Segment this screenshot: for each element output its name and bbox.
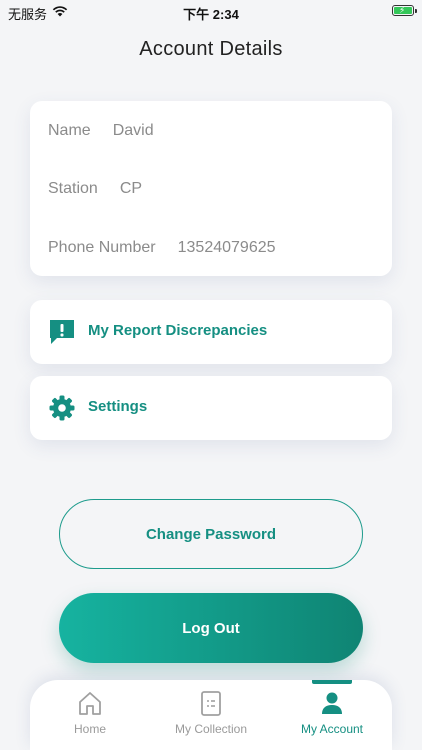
phone-value: 13524079625 bbox=[177, 239, 276, 256]
clock: 下午 2:34 bbox=[183, 7, 239, 22]
status-bar: 无服务 下午 2:34 ⚡ bbox=[0, 0, 422, 24]
home-icon bbox=[76, 689, 104, 722]
battery-icon: ⚡ bbox=[392, 5, 417, 16]
list-icon bbox=[197, 689, 225, 722]
tab-my-collection-label: My Collection bbox=[174, 722, 248, 736]
report-discrepancies-label: My Report Discrepancies bbox=[88, 322, 268, 339]
report-discrepancies-item[interactable]: My Report Discrepancies bbox=[30, 300, 392, 364]
name-row: Name David bbox=[48, 122, 154, 140]
page-title: Account Details bbox=[139, 38, 283, 60]
log-out-button[interactable]: Log Out bbox=[59, 593, 363, 663]
tab-home[interactable]: Home bbox=[30, 680, 150, 750]
station-label: Station bbox=[48, 180, 98, 197]
station-row: Station CP bbox=[48, 180, 142, 198]
change-password-button[interactable]: Change Password bbox=[59, 499, 363, 569]
station-value: CP bbox=[119, 180, 143, 197]
user-icon bbox=[318, 689, 346, 722]
phone-row: Phone Number 13524079625 bbox=[48, 239, 276, 257]
tab-bar: Home My Collection My Account bbox=[30, 680, 392, 750]
report-alert-icon bbox=[48, 318, 76, 346]
account-info-card: Name David Station CP Phone Number 13524079… bbox=[30, 101, 392, 276]
name-value: David bbox=[112, 122, 154, 139]
settings-item[interactable]: Settings bbox=[30, 376, 392, 440]
name-label: Name bbox=[48, 122, 91, 139]
settings-label: Settings bbox=[88, 398, 148, 415]
gear-icon bbox=[48, 394, 76, 422]
tab-my-account[interactable]: My Account bbox=[272, 680, 392, 750]
phone-label: Phone Number bbox=[48, 239, 156, 256]
tab-home-label: Home bbox=[73, 722, 106, 736]
tab-my-collection[interactable]: My Collection bbox=[151, 680, 271, 750]
tab-my-account-label: My Account bbox=[300, 722, 364, 736]
